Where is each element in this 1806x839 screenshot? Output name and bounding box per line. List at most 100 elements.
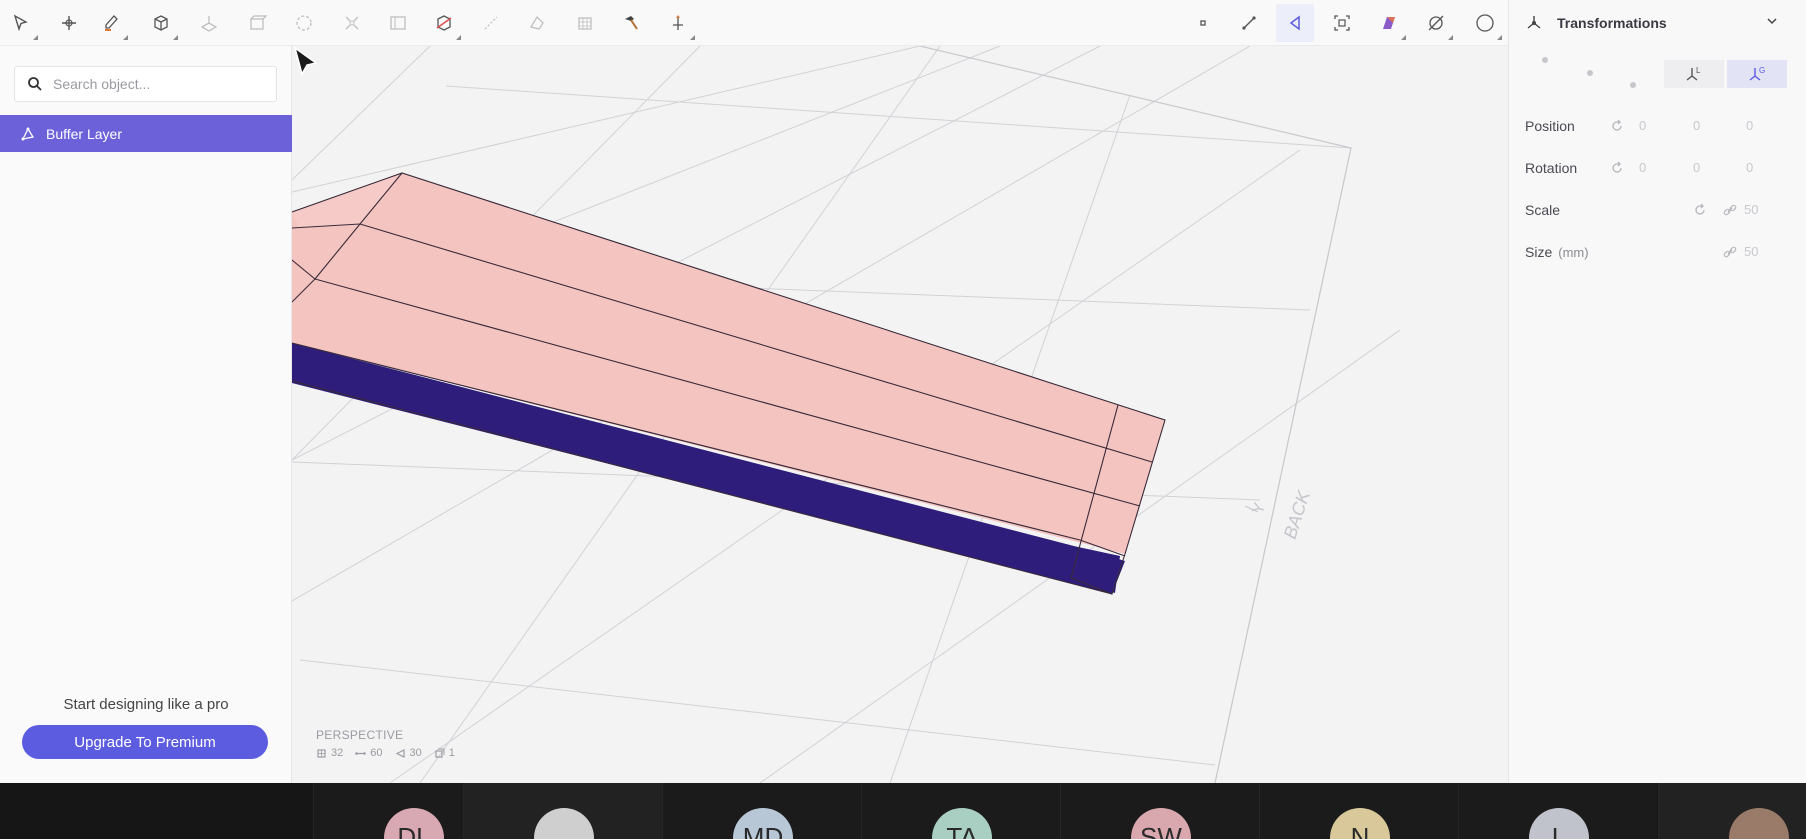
face-count-icon: [395, 748, 405, 758]
size-label: Size: [1525, 244, 1553, 260]
rotation-row: Rotation: [1525, 156, 1795, 180]
slice-tool-icon[interactable]: [425, 4, 463, 42]
scene-canvas: Y BACK: [292, 46, 1401, 783]
participant-avatar: DL: [384, 808, 444, 839]
pivot-dot-1[interactable]: [1542, 57, 1548, 63]
scale-field[interactable]: 50: [1744, 202, 1758, 217]
sphere-view-icon[interactable]: [1466, 4, 1504, 42]
material-icon[interactable]: [1370, 4, 1408, 42]
axis-y-label: Y: [1250, 501, 1270, 517]
participant-tile[interactable]: SW: [1060, 783, 1259, 839]
face-mode-icon[interactable]: [1276, 4, 1314, 42]
hammer-tool-icon[interactable]: [612, 4, 650, 42]
back-label: BACK: [1280, 487, 1314, 541]
edge-mode-icon[interactable]: [1230, 4, 1268, 42]
grid-cube-tool-icon[interactable]: [566, 4, 604, 42]
move-axis-tool-icon[interactable]: [659, 4, 697, 42]
edge-count-icon: [355, 751, 367, 755]
participant-tile[interactable]: TA: [861, 783, 1060, 839]
vertex-count-icon: [317, 748, 326, 758]
participant-avatar: TA: [932, 808, 992, 839]
search-input[interactable]: [53, 76, 263, 92]
participant-avatar: SW: [1131, 808, 1191, 839]
lock-size-link-icon[interactable]: [1723, 245, 1737, 259]
rotation-y-field[interactable]: 0: [1693, 160, 1700, 175]
participant-photo-avatar: [1729, 808, 1789, 839]
view-mode-label[interactable]: PERSPECTIVE: [316, 728, 403, 742]
participant-tile[interactable]: [1658, 783, 1806, 839]
rotation-label: Rotation: [1525, 160, 1578, 176]
svg-text:G: G: [1759, 66, 1765, 75]
promo-text: Start designing like a pro: [63, 696, 229, 713]
participant-avatar: MD: [733, 808, 793, 839]
local-space-toggle[interactable]: L: [1664, 60, 1724, 88]
snap-icon[interactable]: [1417, 4, 1455, 42]
extrude-tool-icon[interactable]: [190, 4, 228, 42]
participant-tile[interactable]: N: [1259, 783, 1458, 839]
rotation-z-field[interactable]: 0: [1746, 160, 1753, 175]
face-count: 30: [395, 747, 422, 759]
object-sidebar: Buffer Layer Start designing like a pro …: [0, 46, 292, 783]
layer-item-buffer-layer[interactable]: Buffer Layer: [0, 115, 292, 152]
reset-position-icon[interactable]: [1610, 119, 1624, 133]
panel-title: Transformations: [1557, 15, 1667, 31]
transformations-panel: Transformations L G Position 0 0 0 Rotat…: [1508, 0, 1806, 783]
size-field[interactable]: 50: [1744, 244, 1758, 259]
layer-mesh-icon: [21, 127, 35, 140]
local-space-icon: L: [1686, 66, 1701, 81]
svg-text:L: L: [1696, 66, 1701, 75]
participant-avatar: L: [1529, 808, 1589, 839]
edge-count-value: 60: [370, 747, 383, 759]
vertex-count-value: 32: [331, 747, 344, 759]
object-count-icon: [435, 748, 445, 758]
edge-count: 60: [355, 747, 383, 759]
participant-avatar: N: [1330, 808, 1390, 839]
panel-tool-icon[interactable]: [379, 4, 417, 42]
position-y-field[interactable]: 0: [1693, 118, 1700, 133]
mirror-tool-icon[interactable]: [333, 4, 371, 42]
position-z-field[interactable]: 0: [1746, 118, 1753, 133]
reset-scale-icon[interactable]: [1693, 203, 1707, 217]
pivot-dot-3[interactable]: [1630, 82, 1636, 88]
global-space-icon: G: [1749, 66, 1765, 81]
participant-tile[interactable]: [463, 783, 662, 839]
participant-tile[interactable]: MD: [662, 783, 861, 839]
vertex-count: 32: [316, 747, 343, 759]
position-label: Position: [1525, 118, 1575, 134]
add-point-tool-icon[interactable]: [50, 4, 88, 42]
lock-scale-link-icon[interactable]: [1723, 203, 1737, 217]
face-count-value: 30: [409, 747, 422, 759]
pen-tool-icon[interactable]: [92, 4, 130, 42]
focus-object-icon[interactable]: [1323, 4, 1361, 42]
participant-tile[interactable]: L: [1458, 783, 1657, 839]
3d-viewport[interactable]: Y BACK PERSPECTIVE 32 60 30 1: [292, 46, 1508, 783]
mesh-stats: 32 60 30 1: [316, 747, 455, 759]
pivot-dot-2[interactable]: [1587, 70, 1593, 76]
top-toolbar: [0, 0, 1508, 46]
rotation-x-field[interactable]: 0: [1639, 160, 1646, 175]
chevron-down-icon[interactable]: [1765, 14, 1779, 28]
line-tool-icon[interactable]: [472, 4, 510, 42]
participant-photo-avatar: [534, 808, 594, 839]
object-count-value: 1: [448, 747, 455, 759]
vertex-mode-icon[interactable]: [1184, 4, 1222, 42]
reset-rotation-icon[interactable]: [1610, 161, 1624, 175]
transformations-header[interactable]: Transformations: [1509, 0, 1806, 46]
axes-icon: [1527, 16, 1541, 29]
upgrade-button[interactable]: Upgrade To Premium: [22, 725, 268, 759]
cube-tool-icon[interactable]: [142, 4, 180, 42]
layer-name: Buffer Layer: [46, 125, 123, 142]
position-x-field[interactable]: 0: [1639, 118, 1646, 133]
size-unit: (mm): [1558, 244, 1589, 260]
circle-tool-icon[interactable]: [285, 4, 323, 42]
shape-tool-icon[interactable]: [518, 4, 556, 42]
box-tool-icon[interactable]: [238, 4, 276, 42]
global-space-toggle[interactable]: G: [1727, 60, 1787, 88]
mouse-cursor-icon: [293, 46, 318, 76]
participant-strip: DL MD TA SW N L: [0, 783, 1806, 839]
search-icon: [28, 77, 42, 91]
position-row: Position: [1525, 114, 1795, 138]
search-box[interactable]: [14, 66, 277, 102]
select-tool-icon[interactable]: [2, 4, 40, 42]
object-count: 1: [434, 747, 455, 759]
